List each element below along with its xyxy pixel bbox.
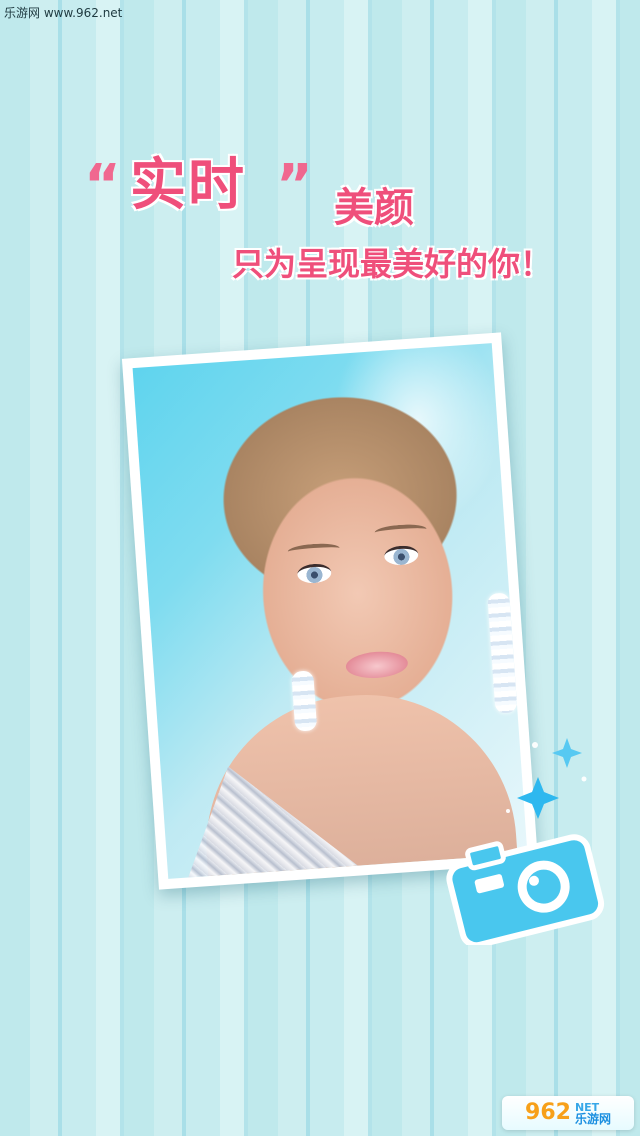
headline: “ 实时 ” 美颜 — [84, 150, 604, 240]
watermark-name: 乐游网 — [574, 1111, 611, 1126]
watermark-number: 962 — [525, 1100, 571, 1125]
closing-quote: ” — [276, 153, 313, 218]
title-suffix: 美颜 — [334, 185, 414, 231]
right-eyebrow — [374, 523, 427, 539]
title-highlight: 实时 — [130, 153, 246, 218]
watermark-logo: 962 NET 乐游网 — [502, 1096, 634, 1130]
watermark-net: NET — [574, 1100, 600, 1114]
left-eye — [296, 562, 332, 585]
camera-icon — [446, 834, 605, 945]
subtitle: 只为呈现最美好的你！ — [232, 245, 553, 283]
opening-quote: “ — [84, 153, 121, 218]
sparkle-icons — [506, 738, 587, 819]
portrait-photo — [132, 343, 528, 879]
watermark-text: NET 乐游网 — [575, 1102, 611, 1125]
photo-card — [121, 332, 539, 890]
lips — [345, 649, 409, 680]
watermark-top: 乐游网 www.962.net — [4, 6, 123, 20]
sparkle-icon-small — [552, 738, 582, 768]
left-earring — [291, 670, 318, 732]
sparkle-icon-large — [517, 777, 559, 819]
right-eye — [383, 544, 419, 567]
right-earring — [487, 592, 518, 714]
left-eyebrow — [287, 542, 341, 558]
